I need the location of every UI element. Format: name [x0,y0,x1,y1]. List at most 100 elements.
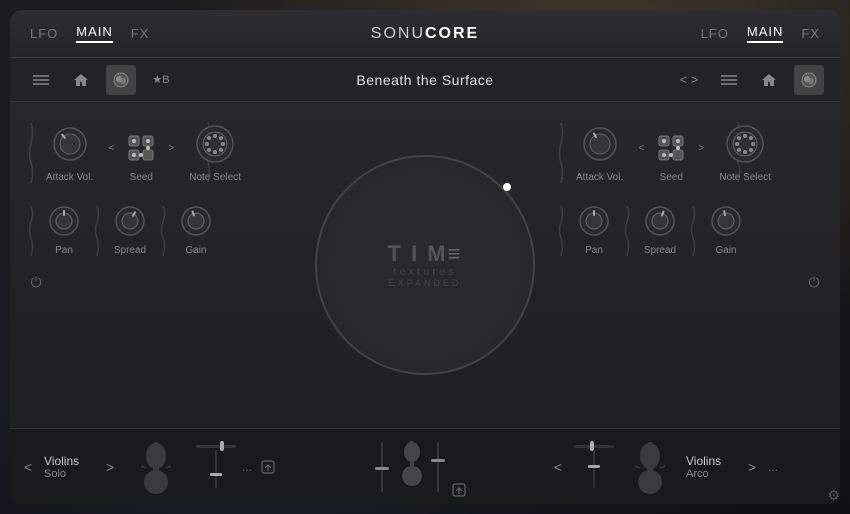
left-violin-image [126,440,186,494]
left-pan-knob[interactable] [46,203,82,239]
center-instrument-slot [310,429,540,504]
right-instrument-dots[interactable]: ... [768,460,778,474]
left-tab-main[interactable]: MAIN [76,24,113,43]
toolbar-right: < > [674,65,824,95]
left-power-button[interactable]: ⏻ [26,272,46,292]
left-seed-label: Seed [130,172,153,183]
home-icon-right[interactable] [754,65,784,95]
left-attack-vol-group: Attack Vol. [46,122,93,183]
left-instrument-slot: < Violins Solo > [10,429,310,504]
left-spread-group: Spread [112,203,148,256]
left-seed-nav: < [103,130,179,166]
right-tab-main[interactable]: MAIN [747,24,784,43]
right-seed-prev[interactable]: < [633,140,649,156]
left-export-button[interactable] [258,457,278,477]
right-instrument-info: Violins Arco [686,454,736,480]
right-spread-group: Spread [642,203,678,256]
left-instrument-sub: Solo [44,468,66,480]
right-instr-prev[interactable]: < [548,457,568,477]
right-nav-group: LFO MAIN FX [701,24,820,43]
brand-text: T I M≡ textures EXPANDED [388,242,463,288]
right-instr-next[interactable]: > [742,457,762,477]
right-tab-lfo[interactable]: LFO [701,26,729,41]
circle-dot [503,183,511,191]
main-circle[interactable]: T I M≡ textures EXPANDED [315,155,535,375]
right-volume-slider[interactable] [574,445,614,488]
right-note-select-knob[interactable] [723,122,767,166]
left-gain-knob[interactable] [178,203,214,239]
home-icon-left[interactable] [66,65,96,95]
circle-ring: T I M≡ textures EXPANDED [315,155,535,375]
right-power-row: ⏻ [556,268,824,296]
left-instrument-dots[interactable]: ... [242,460,252,474]
gear-icon[interactable]: ⚙ [827,487,840,504]
top-navigation: LFO MAIN FX SONUCORE LFO MAIN FX [10,10,840,58]
brand-logo: SONUCORE [371,25,479,43]
squig-decoration-right3 [622,206,632,256]
right-row2: Pan Spread [556,199,824,260]
right-tab-fx[interactable]: FX [801,26,820,41]
right-violin-image [620,440,680,494]
menu-icon-right[interactable] [714,65,744,95]
center-left-slider[interactable] [381,442,383,492]
left-tab-fx[interactable]: FX [131,26,150,41]
squig-decoration-left3 [92,206,102,256]
left-attack-vol-knob[interactable] [48,122,92,166]
right-pan-group: Pan [576,203,612,256]
left-panel: Attack Vol. < [10,102,310,428]
brand-main-text: T I M≡ [388,242,463,266]
prev-next-arrows[interactable]: < > [674,65,704,95]
left-pan-label: Pan [55,245,73,256]
left-seed-prev[interactable]: < [103,140,119,156]
right-seed-icon[interactable] [653,130,689,166]
left-tab-lfo[interactable]: LFO [30,26,58,41]
left-gain-group: Gain [178,203,214,256]
right-seed-group: < [633,130,709,183]
toolbar-left: ★B [26,65,176,95]
left-volume-slider[interactable] [196,445,236,488]
right-note-select-label: Note Select [719,172,771,183]
center-right-area [393,438,439,495]
squig-decoration-right2 [556,206,566,256]
right-seed-next[interactable]: > [693,140,709,156]
right-gain-knob[interactable] [708,203,744,239]
left-instr-next[interactable]: > [100,457,120,477]
brand-logo-bold: CORE [425,25,479,42]
right-power-button[interactable]: ⏻ [804,272,824,292]
right-pan-knob[interactable] [576,203,612,239]
right-note-select-group: Note Select [719,122,771,183]
menu-icon-left[interactable] [26,65,56,95]
center-right-slider[interactable] [437,442,439,492]
right-panel: Attack Vol. < [540,102,840,428]
squig-decoration-left [26,123,36,183]
right-instrument-slot: < [540,429,840,504]
left-note-select-label: Note Select [189,172,241,183]
left-spread-label: Spread [114,245,146,256]
squig-decoration-left2 [26,206,36,256]
right-attack-vol-group: Attack Vol. [576,122,623,183]
right-attack-vol-knob[interactable] [578,122,622,166]
layers-icon-right[interactable] [794,65,824,95]
left-power-row: ⏻ [26,268,294,296]
left-note-select-knob[interactable] [193,122,237,166]
left-note-select-group: Note Select [189,122,241,183]
layers-icon-left[interactable] [106,65,136,95]
right-spread-knob[interactable] [642,203,678,239]
squig-decoration-right4 [688,206,698,256]
left-instr-prev[interactable]: < [18,457,38,477]
left-instrument-name: Violins [44,454,79,468]
left-seed-group: < [103,130,179,183]
center-area: T I M≡ textures EXPANDED [310,102,540,428]
center-export-button[interactable] [449,480,469,500]
left-nav-group: LFO MAIN FX [30,24,149,43]
patch-title: Beneath the Surface [356,72,493,88]
bookmark-btn[interactable]: ★B [146,65,176,95]
left-seed-next[interactable]: > [163,140,179,156]
left-seed-icon[interactable] [123,130,159,166]
right-gain-label: Gain [715,245,736,256]
left-attack-vol-label: Attack Vol. [46,172,93,183]
left-spread-knob[interactable] [112,203,148,239]
right-row1: Attack Vol. < [556,114,824,187]
right-seed-label: Seed [660,172,683,183]
left-gain-label: Gain [185,245,206,256]
